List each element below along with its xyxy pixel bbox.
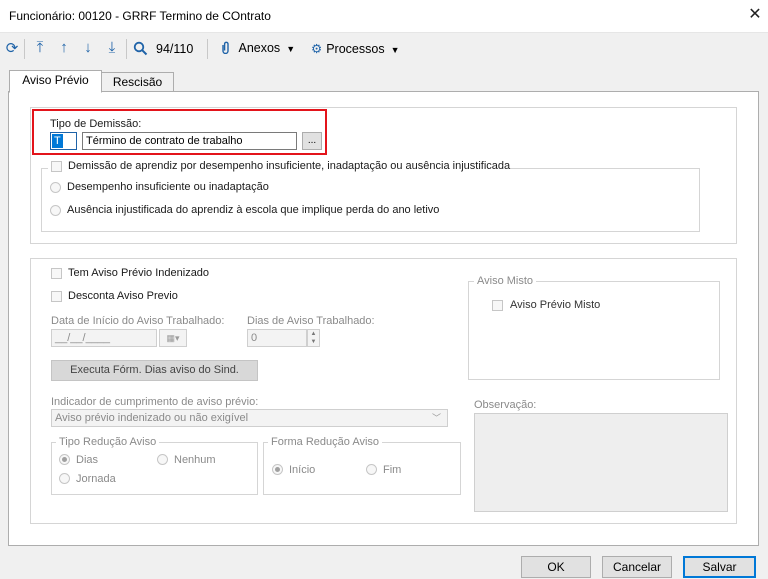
next-record-icon[interactable]: ↓ bbox=[80, 40, 96, 56]
processes-menu-button[interactable]: ⚙ Processos ▼ bbox=[311, 41, 400, 56]
tipo-reducao-nenhum-label: Nenhum bbox=[174, 454, 216, 466]
gear-icon: ⚙ bbox=[311, 42, 323, 56]
record-counter: 94/110 bbox=[156, 42, 194, 56]
aprendiz-option1-radio[interactable] bbox=[50, 182, 61, 193]
cancel-button[interactable]: Cancelar bbox=[602, 556, 672, 578]
tipo-reducao-legend: Tipo Redução Aviso bbox=[56, 436, 160, 448]
aprendiz-checkbox-label: Demissão de aprendiz por desempenho insu… bbox=[68, 160, 511, 172]
dias-aviso-label: Dias de Aviso Trabalhado: bbox=[247, 315, 375, 327]
chevron-down-icon: ﹀ bbox=[432, 413, 442, 423]
processes-label: Processos bbox=[326, 42, 385, 56]
tem-aviso-label: Tem Aviso Prévio Indenizado bbox=[68, 267, 210, 279]
forma-reducao-legend: Forma Redução Aviso bbox=[268, 436, 383, 448]
tem-aviso-checkbox[interactable] bbox=[51, 268, 62, 279]
paperclip-icon bbox=[220, 41, 234, 55]
toolbar-separator bbox=[207, 39, 208, 59]
previous-record-icon[interactable]: ↑ bbox=[56, 40, 72, 56]
refresh-icon[interactable]: ⟳ bbox=[4, 41, 20, 57]
tipo-demissao-label: Tipo de Demissão: bbox=[50, 118, 142, 130]
desconta-aviso-checkbox[interactable] bbox=[51, 291, 62, 302]
tipo-demissao-lookup-button[interactable]: ... bbox=[302, 132, 322, 150]
search-icon[interactable] bbox=[133, 41, 149, 57]
aviso-misto-legend: Aviso Misto bbox=[474, 275, 537, 287]
title-bar: Funcionário: 00120 - GRRF Termino de COn… bbox=[0, 0, 768, 33]
observacao-textarea[interactable] bbox=[474, 413, 728, 512]
tipo-demissao-description-field: Término de contrato de trabalho bbox=[82, 132, 297, 150]
ok-button[interactable]: OK bbox=[521, 556, 591, 578]
tipo-reducao-nenhum-radio[interactable] bbox=[157, 454, 168, 465]
toolbar-separator bbox=[126, 39, 127, 59]
aprendiz-legend: Demissão de aprendiz por desempenho insu… bbox=[48, 159, 511, 173]
attachments-menu-button[interactable]: Anexos ▼ bbox=[220, 41, 295, 55]
save-button[interactable]: Salvar bbox=[683, 556, 756, 578]
calendar-icon[interactable]: ▦▾ bbox=[159, 329, 187, 347]
forma-reducao-fim-radio[interactable] bbox=[366, 464, 377, 475]
first-record-icon[interactable]: ⤒ bbox=[32, 40, 48, 56]
forma-reducao-inicio-label: Início bbox=[289, 464, 316, 476]
data-inicio-label: Data de Início do Aviso Trabalhado: bbox=[51, 315, 225, 327]
aviso-misto-group bbox=[468, 281, 720, 380]
executa-formula-button[interactable]: Executa Fórm. Dias aviso do Sind. bbox=[51, 360, 258, 381]
forma-reducao-inicio-radio[interactable] bbox=[272, 464, 283, 475]
chevron-down-icon: ▼ bbox=[286, 44, 296, 54]
tipo-demissao-code-input[interactable]: T bbox=[50, 132, 77, 150]
dias-aviso-input[interactable]: 0 bbox=[247, 329, 307, 347]
indicador-select[interactable]: Aviso prévio indenizado ou não exigível bbox=[51, 409, 448, 427]
aviso-misto-checkbox[interactable] bbox=[492, 300, 503, 311]
chevron-down-icon: ▼ bbox=[390, 45, 400, 55]
aprendiz-option2-radio[interactable] bbox=[50, 205, 61, 216]
forma-reducao-fim-label: Fim bbox=[383, 464, 402, 476]
indicador-label: Indicador de cumprimento de aviso prévio… bbox=[51, 396, 259, 408]
dias-aviso-spinner[interactable]: ▲ ▼ bbox=[307, 329, 320, 347]
aviso-misto-label: Aviso Prévio Misto bbox=[510, 299, 601, 311]
tab-rescisao[interactable]: Rescisão bbox=[101, 72, 174, 93]
tipo-reducao-dias-radio[interactable] bbox=[59, 454, 70, 465]
close-icon[interactable]: ✕ bbox=[747, 6, 763, 24]
attachments-label: Anexos bbox=[238, 41, 281, 55]
aprendiz-group bbox=[41, 168, 700, 232]
tipo-reducao-group bbox=[51, 442, 258, 495]
data-inicio-input[interactable]: __/__/____ bbox=[51, 329, 157, 347]
toolbar: ⟳ ⤒ ↑ ↓ ⤓ 94/110 Anexos ▼ ⚙ Processos ▼ bbox=[0, 33, 768, 65]
tipo-reducao-jornada-label: Jornada bbox=[76, 473, 116, 485]
aprendiz-option2-label: Ausência injustificada do aprendiz à esc… bbox=[67, 204, 440, 216]
toolbar-separator bbox=[24, 39, 25, 59]
desconta-aviso-label: Desconta Aviso Previo bbox=[68, 290, 178, 302]
last-record-icon[interactable]: ⤓ bbox=[104, 40, 120, 56]
observacao-label: Observação: bbox=[474, 399, 537, 411]
tipo-demissao-code: T bbox=[52, 134, 63, 148]
window-title: Funcionário: 00120 - GRRF Termino de COn… bbox=[9, 9, 271, 23]
tipo-reducao-dias-label: Dias bbox=[76, 454, 99, 466]
tipo-reducao-jornada-radio[interactable] bbox=[59, 473, 70, 484]
aprendiz-option1-label: Desempenho insuficiente ou inadaptação bbox=[67, 181, 269, 193]
aprendiz-checkbox[interactable] bbox=[51, 161, 62, 172]
tab-aviso-previo[interactable]: Aviso Prévio bbox=[9, 70, 102, 93]
